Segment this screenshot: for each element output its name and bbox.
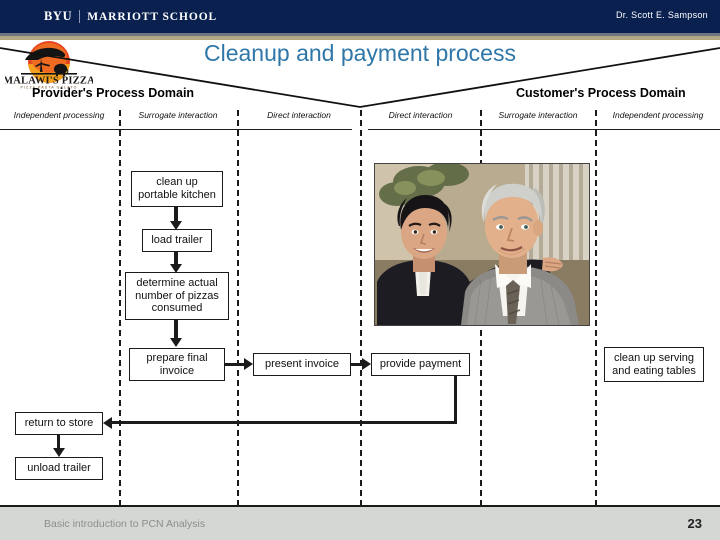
divider-2 (237, 110, 239, 506)
photo-two-men (374, 163, 590, 326)
column-header-4: Surrogate interaction (498, 110, 578, 120)
column-header-0: Independent processing (13, 110, 105, 120)
arrowhead-prepare-to-present (244, 358, 253, 370)
connector-payment-return-horizontal (112, 421, 457, 425)
arrowhead-return-to-unload (53, 448, 65, 457)
byu-wordmark: BYU (44, 9, 73, 23)
footer-title: Basic introduction to PCN Analysis (44, 518, 206, 530)
column-header-rule-right (368, 129, 720, 131)
column-header-3: Direct interaction (388, 110, 453, 120)
slide: BYU MARRIOTT SCHOOL Dr. Scott E. Sampson… (0, 0, 720, 540)
connector-determine-to-prepare (174, 320, 178, 339)
step-clean-up-serving-and-eating-tables[interactable]: clean up serving and eating tables (604, 347, 704, 382)
step-load-trailer[interactable]: load trailer (142, 229, 212, 252)
arrowhead-present-to-provide (362, 358, 371, 370)
arrowhead-to-return-to-store (103, 417, 112, 429)
column-header-5: Independent processing (612, 110, 704, 120)
step-provide-payment[interactable]: provide payment (371, 353, 470, 376)
step-clean-up-portable-kitchen[interactable]: clean up portable kitchen (131, 171, 223, 207)
connector-return-to-unload (57, 435, 61, 449)
connector-prepare-to-present (225, 363, 246, 367)
step-determine-actual-number-of-pizzas-consumed[interactable]: determine actual number of pizzas consum… (125, 272, 229, 320)
marriott-school-wordmark: MARRIOTT SCHOOL (87, 10, 218, 23)
slide-number: 23 (687, 516, 702, 531)
step-unload-trailer[interactable]: unload trailer (15, 457, 103, 480)
domain-chevron-lines (0, 40, 720, 112)
column-header-2: Direct interaction (267, 110, 331, 120)
step-return-to-store[interactable]: return to store (15, 412, 103, 435)
byu-marriott-logo: BYU MARRIOTT SCHOOL (44, 9, 217, 24)
arrowhead-determine-to-prepare (170, 338, 182, 347)
column-header-rule-left (0, 129, 352, 131)
divider-5 (595, 110, 597, 506)
column-header-1: Surrogate interaction (138, 110, 218, 120)
divider-1 (119, 110, 121, 506)
author-name: Dr. Scott E. Sampson (615, 10, 708, 20)
connector-payment-drop (454, 376, 458, 423)
divider-3 (360, 110, 362, 506)
step-prepare-final-invoice[interactable]: prepare final invoice (129, 348, 225, 381)
step-present-invoice[interactable]: present invoice (253, 353, 351, 376)
logo-divider (79, 10, 81, 23)
